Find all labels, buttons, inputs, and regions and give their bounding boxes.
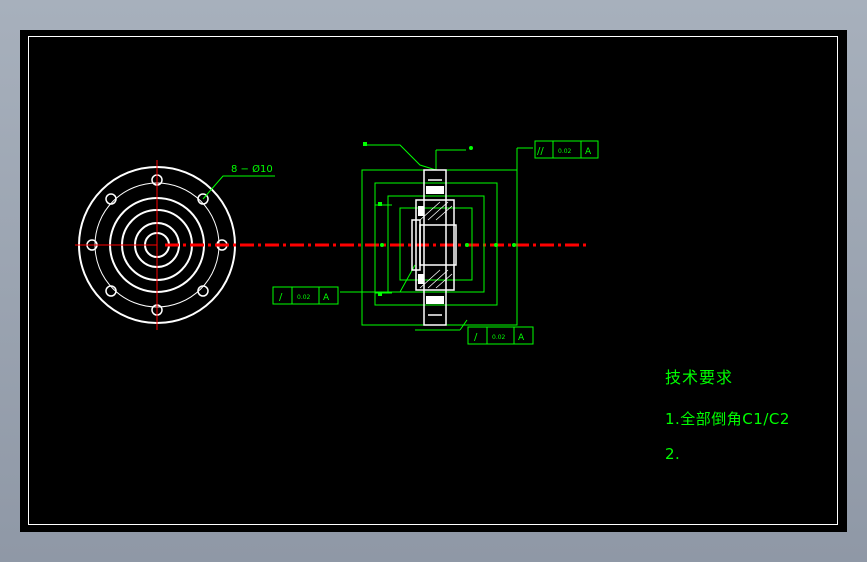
tolerance-symbol: / (279, 292, 283, 303)
tolerance-value: 0.02 (297, 294, 311, 301)
bolt-hole (197, 285, 209, 297)
section-view (340, 142, 533, 331)
tolerance-datum: A (518, 333, 525, 343)
bolt-hole (105, 193, 117, 205)
tolerance-value: 0.02 (558, 148, 572, 155)
notes-title: 技术要求 (665, 368, 734, 387)
tolerance-frame[interactable]: / 0.02 A (272, 286, 339, 305)
tolerance-datum: A (323, 293, 330, 303)
dimension-markers (363, 142, 516, 296)
bolt-hole-callout: 8 − Ø10 (231, 163, 273, 175)
tolerance-frame[interactable]: // 0.02 A (534, 140, 599, 159)
note-item: 1.全部倒角C1/C2 (665, 410, 790, 428)
tolerance-symbol: // (537, 146, 544, 157)
tolerance-datum: A (585, 147, 592, 157)
bolt-hole (105, 285, 117, 297)
tolerance-value: 0.02 (492, 334, 506, 341)
tolerance-symbol: / (474, 332, 478, 343)
technical-requirements: 技术要求 1.全部倒角C1/C2 2. (665, 364, 790, 479)
tolerance-frame[interactable]: / 0.02 A (467, 326, 534, 345)
bolt-label-leader (202, 175, 275, 200)
cad-viewport[interactable]: 8 − Ø10 // 0.02 A / 0.02 A / 0.02 A 技术要求… (0, 0, 867, 562)
drawing-canvas[interactable]: 8 − Ø10 // 0.02 A / 0.02 A / 0.02 A 技术要求… (20, 30, 847, 532)
note-item: 2. (665, 445, 681, 463)
front-view-centermarks (75, 160, 158, 330)
